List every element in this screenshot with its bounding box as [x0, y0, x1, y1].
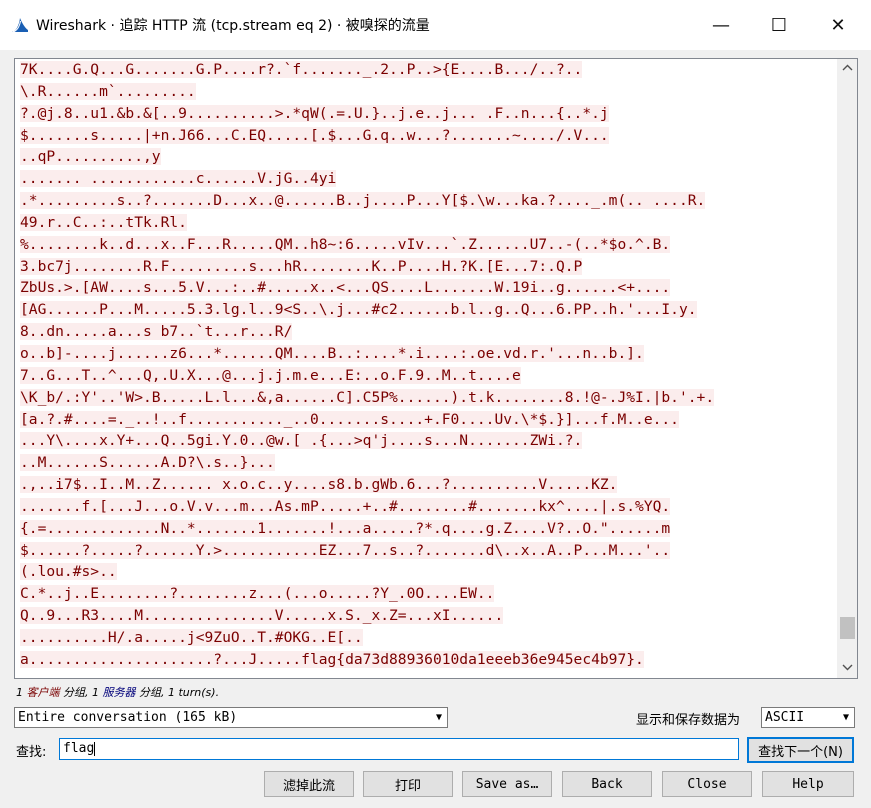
stream-line: 7..G...T..^...Q,.U.X...@...j.j.m.e...E:.…: [20, 365, 835, 387]
maximize-icon: ☐: [770, 14, 788, 36]
stream-content-view[interactable]: 7K....G.Q...G.......G.P....r?.`f......._…: [14, 58, 858, 679]
title-bar: Wireshark · 追踪 HTTP 流 (tcp.stream eq 2) …: [0, 0, 871, 50]
stream-line-text: ..M......S......A.D?\.s..}...: [20, 454, 275, 472]
summary-middle: 分组, 1: [59, 686, 103, 699]
stream-line: ....... ............c......V.jG..4yi: [20, 168, 835, 190]
scroll-down-button[interactable]: [838, 659, 857, 678]
stream-line-text: 3.bc7j........R.F.........s...hR........…: [20, 257, 583, 275]
stream-line: ..qP..........,y: [20, 146, 835, 168]
stream-line-text: %........k..d...x..F...R.....QM..h8~:6..…: [20, 235, 671, 253]
minimize-button[interactable]: —: [692, 0, 750, 50]
stream-line-text: .,..i7$..I..M..Z...... x.o.c..y....s8.b.…: [20, 476, 618, 494]
stream-line: [AG......P...M.....5.3.lg.l..9<S..\.j...…: [20, 299, 835, 321]
chevron-down-icon: [842, 663, 853, 674]
stream-line-text: .......f.[...J...o.V.v...m...As.mP.....+…: [20, 497, 671, 515]
back-button[interactable]: Back: [562, 771, 652, 797]
stream-line: C.*..j..E........?........z...(...o.....…: [20, 583, 835, 605]
stream-line-text: ZbUs.>.[AW....s...5.V...:..#.....x..<...…: [20, 279, 671, 297]
stream-line: (.lou.#s>..: [20, 561, 835, 583]
stream-line-text: ?.@j.8..u1.&b.&[..9..........>.*qW(.=.U.…: [20, 104, 609, 122]
vertical-scrollbar[interactable]: [837, 59, 857, 678]
stream-line-text: a.....................?...J.....flag{da7…: [20, 650, 644, 668]
stream-line-text: \.R......m`.........: [20, 82, 196, 100]
maximize-button[interactable]: ☐: [750, 0, 808, 50]
server-label: 服务器: [102, 686, 136, 699]
stream-line-text: ..qP..........,y: [20, 148, 161, 166]
stream-line-text: .*.........s..?.......D...x..@......B..j…: [20, 192, 706, 210]
summary-suffix: 分组, 1 turn(s).: [135, 686, 220, 699]
stream-line-text: o..b]-....j......z6...*......QM....B..:.…: [20, 344, 644, 362]
chevron-down-icon: ▼: [435, 712, 442, 723]
display-format-select[interactable]: ASCII ▼: [761, 707, 855, 728]
find-input[interactable]: flag: [59, 738, 739, 760]
stream-line-text: $.......s.....|+n.J66...C.EQ.....[.$...G…: [20, 126, 609, 144]
scroll-up-button[interactable]: [838, 59, 857, 78]
stream-line-text: 49.r..C..:..tTk.Rl.: [20, 213, 187, 231]
close-window-button[interactable]: ✕: [809, 0, 867, 50]
stream-line: ZbUs.>.[AW....s...5.V...:..#.....x..<...…: [20, 277, 835, 299]
stream-line-text: 7..G...T..^...Q,.U.X...@...j.j.m.e...E:.…: [20, 366, 521, 384]
chevron-up-icon: [842, 63, 853, 74]
stream-line: Q..9...R3....M...............V.....x.S._…: [20, 605, 835, 627]
stream-line-text: Q..9...R3....M...............V.....x.S._…: [20, 607, 504, 625]
stream-line-text: ....... ............c......V.jG..4yi: [20, 170, 337, 188]
wireshark-fin-icon: [10, 15, 30, 35]
client-label: 客户端: [26, 686, 60, 699]
packet-summary: 1 客户端 分组, 1 服务器 分组, 1 turn(s).: [16, 684, 219, 700]
stream-line: o..b]-....j......z6...*......QM....B..:.…: [20, 343, 835, 365]
minimize-icon: —: [712, 14, 730, 36]
find-label: 查找:: [16, 745, 47, 760]
stream-line: .......f.[...J...o.V.v...m...As.mP.....+…: [20, 496, 835, 518]
stream-line-text: \K_b/.:Y'..'W>.B.....L.l...&,a......C].C…: [20, 388, 715, 406]
stream-line-text: $......?.....?......Y.>...........EZ...7…: [20, 541, 671, 559]
stream-line: 3.bc7j........R.F.........s...hR........…: [20, 256, 835, 278]
summary-prefix: 1: [16, 686, 27, 699]
stream-line: {.=.............N..*.......1.......!...a…: [20, 518, 835, 540]
print-button[interactable]: 打印: [363, 771, 453, 797]
stream-line: ...Y\....x.Y+...Q..5gi.Y.0..@w.[ .{...>q…: [20, 430, 835, 452]
stream-line-text: [AG......P...M.....5.3.lg.l..9<S..\.j...…: [20, 301, 697, 319]
stream-line: ?.@j.8..u1.&b.&[..9..........>.*qW(.=.U.…: [20, 103, 835, 125]
stream-line: 49.r..C..:..tTk.Rl.: [20, 212, 835, 234]
conversation-select[interactable]: Entire conversation (165 kB) ▼: [14, 707, 448, 728]
help-button[interactable]: Help: [762, 771, 854, 797]
find-input-value: flag: [63, 741, 95, 756]
stream-line-text: ...Y\....x.Y+...Q..5gi.Y.0..@w.[ .{...>q…: [20, 432, 583, 450]
display-format-value: ASCII: [765, 710, 805, 725]
stream-line-text: 8..dn.....a...s b7..`t...r...R/: [20, 323, 293, 341]
window-title: Wireshark · 追踪 HTTP 流 (tcp.stream eq 2) …: [36, 18, 430, 34]
stream-line-text: ..........H/.a.....j<9ZuO..T.#OKG..E[..: [20, 628, 363, 646]
scroll-thumb[interactable]: [840, 617, 855, 639]
stream-text[interactable]: 7K....G.Q...G.......G.P....r?.`f......._…: [20, 59, 835, 671]
text-cursor: [94, 741, 96, 756]
stream-line: ..M......S......A.D?\.s..}...: [20, 452, 835, 474]
stream-line: \.R......m`.........: [20, 81, 835, 103]
stream-line: ..........H/.a.....j<9ZuO..T.#OKG..E[..: [20, 627, 835, 649]
stream-line: %........k..d...x..F...R.....QM..h8~:6..…: [20, 234, 835, 256]
stream-line: .,..i7$..I..M..Z...... x.o.c..y....s8.b.…: [20, 474, 835, 496]
stream-line-text: {.=.............N..*.......1.......!...a…: [20, 519, 671, 537]
stream-line: [a.?.#....=._..!..f..........._..0......…: [20, 409, 835, 431]
stream-line: $.......s.....|+n.J66...C.EQ.....[.$...G…: [20, 125, 835, 147]
filter-out-stream-button[interactable]: 滤掉此流: [264, 771, 354, 797]
stream-line: a.....................?...J.....flag{da7…: [20, 649, 835, 671]
close-button[interactable]: Close: [662, 771, 752, 797]
stream-line: 8..dn.....a...s b7..`t...r...R/: [20, 321, 835, 343]
close-icon: ✕: [830, 14, 846, 36]
stream-line: $......?.....?......Y.>...........EZ...7…: [20, 540, 835, 562]
save-as-button[interactable]: Save as…: [462, 771, 552, 797]
stream-line: 7K....G.Q...G.......G.P....r?.`f......._…: [20, 59, 835, 81]
stream-line-text: (.lou.#s>..: [20, 563, 117, 581]
stream-line: \K_b/.:Y'..'W>.B.....L.l...&,a......C].C…: [20, 387, 835, 409]
chevron-down-icon: ▼: [842, 712, 849, 723]
display-as-label: 显示和保存数据为: [636, 713, 741, 728]
stream-line-text: 7K....G.Q...G.......G.P....r?.`f......._…: [20, 61, 583, 78]
conversation-select-value: Entire conversation (165 kB): [18, 710, 238, 725]
find-next-button[interactable]: 查找下一个(N): [747, 737, 854, 763]
stream-line-text: C.*..j..E........?........z...(...o.....…: [20, 585, 495, 603]
stream-line-text: [a.?.#....=._..!..f..........._..0......…: [20, 410, 679, 428]
stream-line: .*.........s..?.......D...x..@......B..j…: [20, 190, 835, 212]
